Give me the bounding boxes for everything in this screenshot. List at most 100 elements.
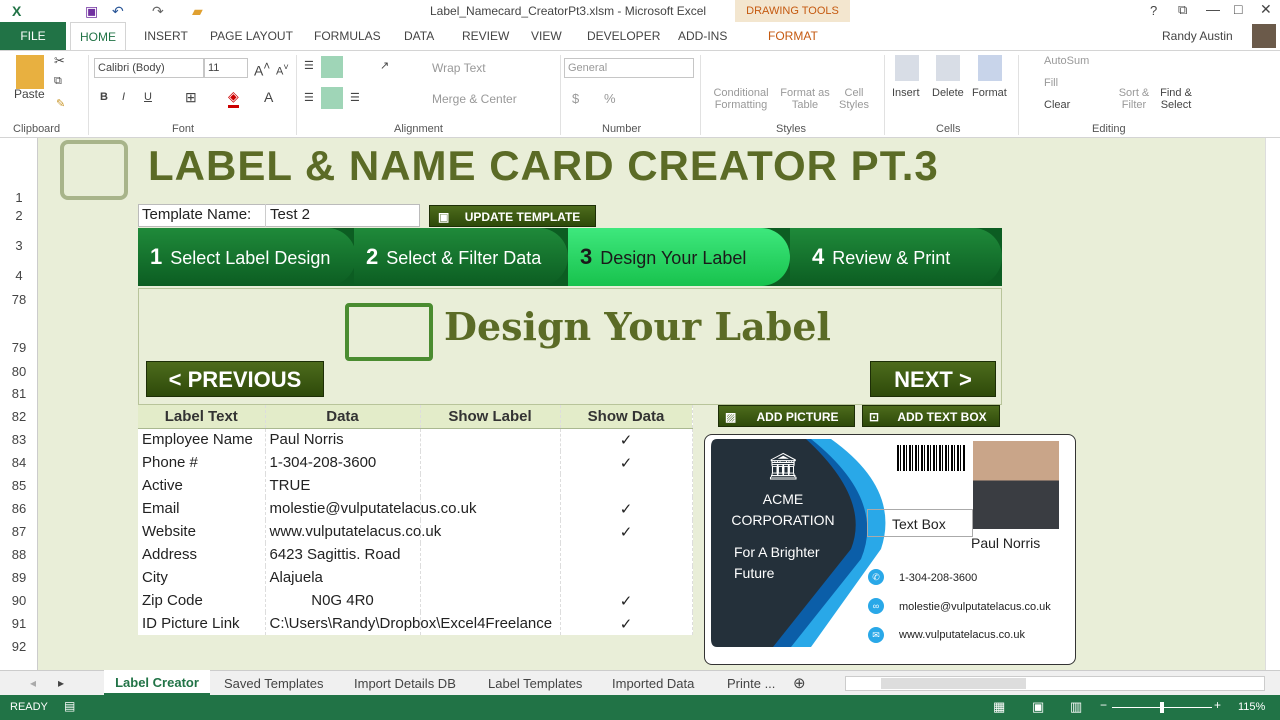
- borders-icon[interactable]: ⊞: [185, 89, 197, 106]
- page-layout-view-icon[interactable]: ▣: [1032, 699, 1044, 715]
- page-break-view-icon[interactable]: ▥: [1070, 699, 1082, 715]
- currency-button[interactable]: $: [572, 91, 579, 106]
- copy-icon[interactable]: ⧉: [54, 75, 62, 88]
- show-data-cell[interactable]: ✓: [560, 451, 693, 474]
- user-name[interactable]: Randy Austin: [1162, 22, 1233, 50]
- label-text-cell[interactable]: Zip Code: [138, 589, 266, 612]
- show-data-cell[interactable]: [560, 543, 693, 566]
- tab-home[interactable]: HOME: [70, 22, 126, 51]
- sheet-tab-label-templates[interactable]: Label Templates: [488, 671, 582, 696]
- grow-font-icon[interactable]: A˄: [254, 60, 270, 79]
- insert-button[interactable]: Insert: [892, 87, 920, 99]
- step-2-select-filter-data[interactable]: 2 Select & Filter Data: [354, 228, 568, 286]
- data-cell[interactable]: 6423 Sagittis. Road: [265, 543, 421, 566]
- redo-icon[interactable]: ↷: [152, 3, 164, 20]
- update-template-button[interactable]: ▣ UPDATE TEMPLATE: [429, 205, 596, 227]
- label-text-cell[interactable]: Email: [138, 497, 266, 520]
- cell-styles-button[interactable]: Cell Styles: [834, 87, 874, 111]
- cut-icon[interactable]: ✂: [54, 53, 65, 69]
- show-label-cell[interactable]: [420, 428, 561, 451]
- tab-add-ins[interactable]: ADD-INS: [678, 22, 727, 50]
- add-sheet-icon[interactable]: ⊕: [793, 674, 806, 692]
- data-cell[interactable]: C:\Users\Randy\Dropbox\Excel4Freelance: [265, 612, 552, 635]
- wrap-text-button[interactable]: Wrap Text: [432, 61, 486, 75]
- sheet-tab-import-details-db[interactable]: Import Details DB: [354, 671, 456, 696]
- step-3-design-your-label[interactable]: 3 Design Your Label: [568, 228, 790, 286]
- show-data-cell[interactable]: [560, 566, 693, 589]
- next-button[interactable]: NEXT >: [870, 361, 996, 397]
- align-left-icon[interactable]: ☰: [304, 91, 314, 104]
- format-button[interactable]: Format: [972, 87, 1007, 99]
- close-icon[interactable]: ✕: [1260, 1, 1272, 18]
- zoom-in-icon[interactable]: +: [1214, 698, 1221, 712]
- row-number[interactable]: 79: [0, 340, 38, 355]
- format-as-table-button[interactable]: Format as Table: [780, 87, 830, 111]
- row-number[interactable]: 81: [0, 386, 38, 401]
- percent-button[interactable]: %: [604, 91, 616, 106]
- step-4-review-print[interactable]: 4 Review & Print: [790, 228, 1002, 286]
- format-painter-icon[interactable]: ✎: [56, 97, 65, 110]
- align-center-icon[interactable]: [321, 87, 343, 109]
- data-cell[interactable]: molestie@vulputatelacus.co.uk: [265, 497, 477, 520]
- show-data-cell[interactable]: [560, 474, 693, 497]
- row-number[interactable]: 89: [0, 570, 38, 585]
- zoom-level[interactable]: 115%: [1238, 701, 1265, 713]
- row-number[interactable]: 88: [0, 547, 38, 562]
- align-top-icon[interactable]: ☰: [304, 59, 314, 72]
- vertical-scrollbar[interactable]: [1265, 138, 1280, 670]
- label-text-cell[interactable]: ID Picture Link: [138, 612, 266, 635]
- sheet-tab-more[interactable]: Printe ...: [727, 671, 775, 696]
- data-cell[interactable]: 1-304-208-3600: [265, 451, 421, 474]
- shrink-font-icon[interactable]: A˅: [276, 62, 289, 78]
- font-size-select[interactable]: 11: [204, 58, 248, 78]
- label-text-cell[interactable]: Active: [138, 474, 266, 497]
- find-select-button[interactable]: Find & Select: [1156, 87, 1196, 111]
- row-number[interactable]: 80: [0, 364, 38, 379]
- show-data-cell[interactable]: ✓: [560, 612, 693, 635]
- row-number[interactable]: 92: [0, 639, 38, 654]
- paste-button[interactable]: Paste: [14, 87, 45, 101]
- selected-text-box[interactable]: Text Box: [867, 509, 973, 537]
- minimize-icon[interactable]: —: [1206, 1, 1220, 17]
- previous-button[interactable]: < PREVIOUS: [146, 361, 324, 397]
- row-number[interactable]: 1: [0, 190, 38, 205]
- ribbon-options-icon[interactable]: ⧉: [1178, 2, 1187, 18]
- show-label-cell[interactable]: [420, 566, 561, 589]
- tab-formulas[interactable]: FORMULAS: [314, 22, 381, 50]
- row-number[interactable]: 90: [0, 593, 38, 608]
- undo-icon[interactable]: ↶: [112, 3, 124, 20]
- row-number[interactable]: 86: [0, 501, 38, 516]
- label-text-cell[interactable]: Employee Name: [138, 428, 266, 451]
- row-number[interactable]: 4: [0, 268, 38, 283]
- row-number[interactable]: 83: [0, 432, 38, 447]
- clear-button[interactable]: Clear: [1044, 99, 1070, 111]
- show-data-cell[interactable]: ✓: [560, 428, 693, 451]
- row-number[interactable]: 91: [0, 616, 38, 631]
- label-text-cell[interactable]: Phone #: [138, 451, 266, 474]
- tab-data[interactable]: DATA: [404, 22, 434, 50]
- paste-icon[interactable]: [16, 55, 44, 89]
- align-right-icon[interactable]: ☰: [350, 91, 360, 104]
- add-picture-button[interactable]: ▨ ADD PICTURE: [718, 405, 855, 427]
- normal-view-icon[interactable]: ▦: [993, 699, 1005, 715]
- underline-button[interactable]: U: [144, 91, 152, 103]
- label-text-cell[interactable]: Website: [138, 520, 266, 543]
- autosum-button[interactable]: AutoSum: [1044, 55, 1089, 67]
- row-number[interactable]: 85: [0, 478, 38, 493]
- fill-button[interactable]: Fill: [1044, 77, 1058, 89]
- row-number[interactable]: 78: [0, 292, 38, 307]
- scroll-tabs-left-icon[interactable]: ◂: [30, 676, 36, 690]
- delete-button[interactable]: Delete: [932, 87, 964, 99]
- help-icon[interactable]: ?: [1150, 3, 1157, 18]
- tab-page-layout[interactable]: PAGE LAYOUT: [210, 22, 293, 50]
- zoom-out-icon[interactable]: −: [1100, 698, 1107, 712]
- tab-file[interactable]: FILE: [0, 22, 66, 50]
- data-cell[interactable]: www.vulputatelacus.co.uk: [265, 520, 441, 543]
- show-label-cell[interactable]: [420, 543, 561, 566]
- label-text-cell[interactable]: City: [138, 566, 266, 589]
- italic-button[interactable]: I: [122, 91, 125, 103]
- tab-developer[interactable]: DEVELOPER: [587, 22, 660, 50]
- sheet-tab-imported-data[interactable]: Imported Data: [612, 671, 694, 696]
- sort-filter-button[interactable]: Sort & Filter: [1114, 87, 1154, 111]
- tab-format[interactable]: FORMAT: [768, 22, 818, 50]
